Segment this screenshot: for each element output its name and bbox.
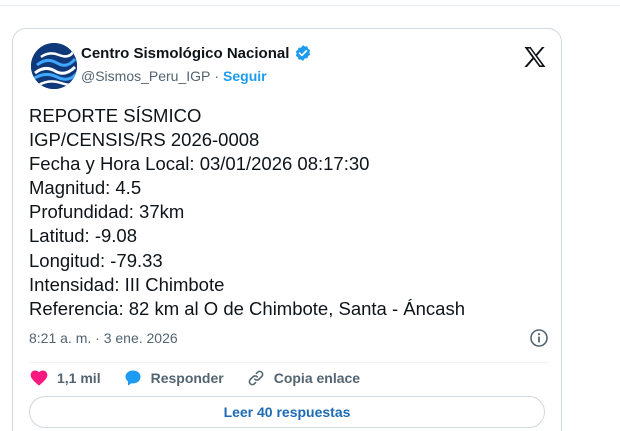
account-name-row[interactable]: Centro Sismológico Nacional — [81, 44, 312, 62]
tweet-meta-row: 8:21 a. m. · 3 ene. 2026 — [29, 328, 549, 348]
reply-bubble-icon — [125, 370, 141, 386]
link-icon — [248, 370, 264, 386]
verified-badge-icon — [296, 45, 311, 61]
post-line: IGP/CENSIS/RS 2026-0008 — [29, 129, 260, 151]
copy-link-label: Copia enlace — [273, 370, 361, 386]
avatar[interactable] — [31, 43, 77, 89]
reply-label: Responder — [150, 370, 224, 386]
igp-logo-icon — [31, 43, 77, 89]
post-line: Intensidad: III Chimbote — [29, 273, 225, 295]
info-icon[interactable] — [529, 328, 549, 348]
post-line: Profundidad: 37km — [29, 201, 185, 223]
post-line: Referencia: 82 km al O de Chimbote, Sant… — [29, 297, 465, 319]
like-button[interactable]: 1,1 mil — [29, 368, 101, 388]
separator-dot: · — [214, 68, 220, 84]
page-top-divider — [0, 0, 620, 6]
tweet-embed-card[interactable]: Centro Sismológico Nacional @Sismos_Peru… — [12, 28, 562, 431]
follow-button[interactable]: Seguir — [223, 68, 267, 84]
post-line: Magnitud: 4.5 — [29, 177, 142, 199]
heart-icon — [30, 370, 48, 386]
post-line: Longitud: -79.33 — [29, 249, 163, 271]
post-line: REPORTE SÍSMICO — [29, 105, 202, 126]
tweet-actions: 1,1 mil Responder Copia enlace — [29, 366, 382, 390]
tweet-timestamp[interactable]: 8:21 a. m. · 3 ene. 2026 — [29, 330, 178, 346]
tweet-text: REPORTE SÍSMICO IGP/CENSIS/RS 2026-0008 … — [29, 104, 549, 321]
x-logo-icon[interactable] — [523, 46, 547, 68]
tweet-header: Centro Sismológico Nacional @Sismos_Peru… — [29, 41, 549, 91]
post-line: Latitud: -9.08 — [29, 225, 137, 247]
reply-button[interactable]: Responder — [123, 368, 224, 388]
actions-divider — [29, 362, 549, 363]
handle-row: @Sismos_Peru_IGP · Seguir — [81, 68, 267, 84]
post-line: Fecha y Hora Local: 03/01/2026 08:17:30 — [29, 153, 370, 175]
read-replies-button[interactable]: Leer 40 respuestas — [29, 396, 545, 428]
copy-link-button[interactable]: Copia enlace — [246, 368, 360, 388]
account-name[interactable]: Centro Sismológico Nacional — [81, 45, 289, 62]
like-count: 1,1 mil — [57, 370, 101, 386]
account-handle[interactable]: @Sismos_Peru_IGP — [81, 68, 210, 84]
